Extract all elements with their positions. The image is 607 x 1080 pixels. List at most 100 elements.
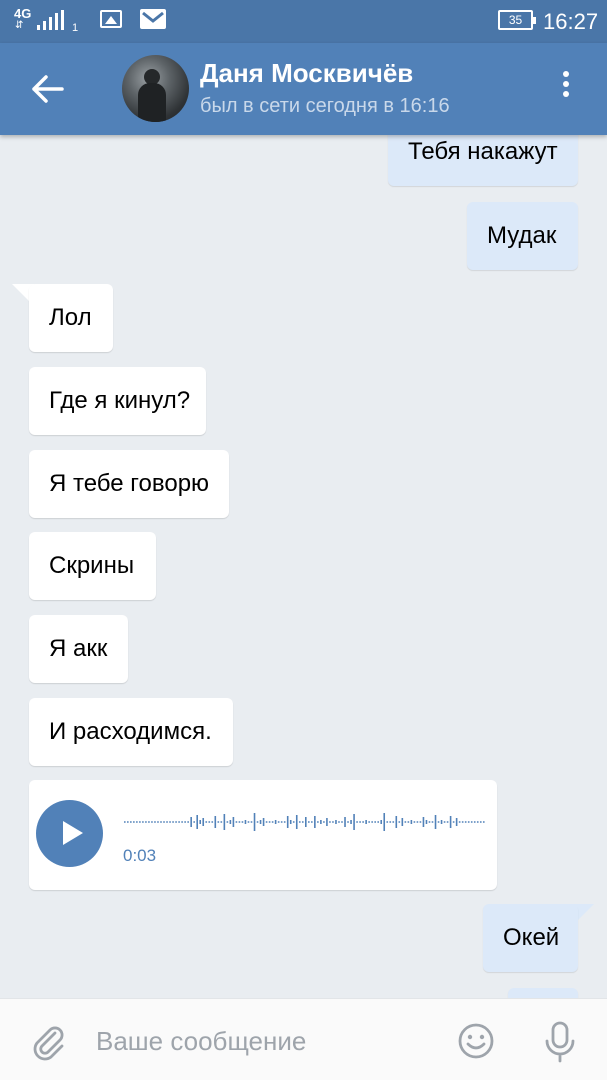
waveform-bar [386,821,389,823]
waveform-bar [341,821,343,823]
message-text: Мудак [487,222,557,249]
waveform-bar [482,821,485,823]
message-incoming[interactable]: Лол [29,284,113,352]
waveform-bar [124,821,126,823]
waveform-bar [440,820,443,824]
message-incoming[interactable]: Скрины [29,532,156,600]
waveform-bar [308,821,310,823]
waveform-bar [268,821,271,823]
waveform-bar [335,820,337,824]
waveform-bar [256,821,259,823]
waveform-bar [250,821,253,823]
image-icon [100,10,122,28]
waveform-bar [229,820,232,824]
waveform-bar [416,821,419,823]
waveform-bar [217,821,220,823]
waveform-bar [277,821,280,823]
waveform-bar [283,821,286,823]
voice-message[interactable]: 0:03 [29,780,497,890]
waveform-bar [422,817,425,827]
waveform-bar [139,821,141,823]
waveform-bar [265,821,268,823]
sim-slot: 1 [72,22,79,34]
chat-header: Даня Москвичёв был в сети сегодня в 16:1… [0,43,607,135]
waveform-bar [389,821,392,823]
voice-duration: 0:03 [123,846,157,865]
message-input[interactable] [96,1023,426,1059]
avatar[interactable] [122,55,189,122]
waveform-bar [133,821,135,823]
signal-icon [37,10,64,30]
status-bar: 4G ⇵ 1 35 16:27 [0,0,607,43]
waveform-bar [431,821,434,823]
waveform-bar [410,820,413,824]
waveform-bar [377,821,379,823]
battery-icon: 35 [498,10,536,30]
message-incoming[interactable]: Я акк [29,615,128,683]
waveform-bar [181,821,183,823]
waveform-bar [476,821,479,823]
waveform-bar [262,818,265,826]
message-text: Скрины [49,552,135,579]
contact-status: был в сети сегодня в 16:16 [200,95,450,117]
message-outgoing[interactable]: Окей [483,904,578,972]
waveform-bar [223,814,226,830]
back-arrow-icon[interactable] [28,69,68,109]
emoji-icon[interactable] [456,1021,496,1061]
waveform-bar [274,820,277,824]
waveform-bar [383,813,386,831]
waveform-bar [344,817,346,827]
waveform-bar [160,821,162,823]
message-incoming[interactable]: Я тебе говорю [29,450,229,518]
waveform-bar [326,818,328,826]
waveform-bar [407,821,410,823]
waveform-bar [350,820,352,824]
message-incoming[interactable]: Где я кинул? [29,367,206,435]
waveform-bar [295,815,298,829]
waveform-bar [130,821,132,823]
waveform-bar [232,817,235,827]
waveform-bar [199,820,202,824]
waveform-bar [289,820,292,824]
waveform-bar [205,821,208,823]
message-outgoing[interactable]: Мудак [467,202,578,270]
play-icon[interactable] [36,800,103,867]
waveform-bar [317,821,319,823]
waveform-bar [286,816,289,828]
waveform-bar [142,821,144,823]
waveform-bar [329,821,331,823]
waveform-bar [311,821,313,823]
waveform-bar [220,821,223,823]
message-text: И расходимся. [49,718,212,745]
waveform-bar [172,821,174,823]
microphone-icon[interactable] [540,1019,580,1063]
message-text: Тебя накажут [408,138,558,165]
waveform-bar [253,813,256,831]
waveform-bar [184,821,186,823]
contact-name[interactable]: Даня Москвичёв [200,58,413,89]
message-incoming[interactable]: И расходимся. [29,698,233,766]
waveform-bar [356,821,358,823]
message-text: Окей [503,924,560,951]
waveform-bar [347,821,349,823]
waveform-bar [479,821,482,823]
waveform-bar [380,820,383,824]
waveform-bar [163,821,165,823]
message-text: Я акк [49,635,108,662]
waveform-bar [178,821,180,823]
waveform-bar [398,821,401,823]
waveform-bar [338,821,340,823]
attach-icon[interactable] [28,1021,68,1061]
waveform-bar [202,818,205,826]
message-text: Лол [49,304,92,331]
waveform-bar [244,820,247,824]
waveform-bar [235,821,238,823]
waveform-bar [196,815,198,829]
voice-waveform[interactable] [124,802,486,842]
waveform-bar [280,821,283,823]
waveform-bar [425,820,428,824]
more-vertical-icon[interactable] [556,71,576,107]
waveform-bar [434,815,437,829]
waveform-bar [374,821,376,823]
waveform-bar [353,814,355,830]
